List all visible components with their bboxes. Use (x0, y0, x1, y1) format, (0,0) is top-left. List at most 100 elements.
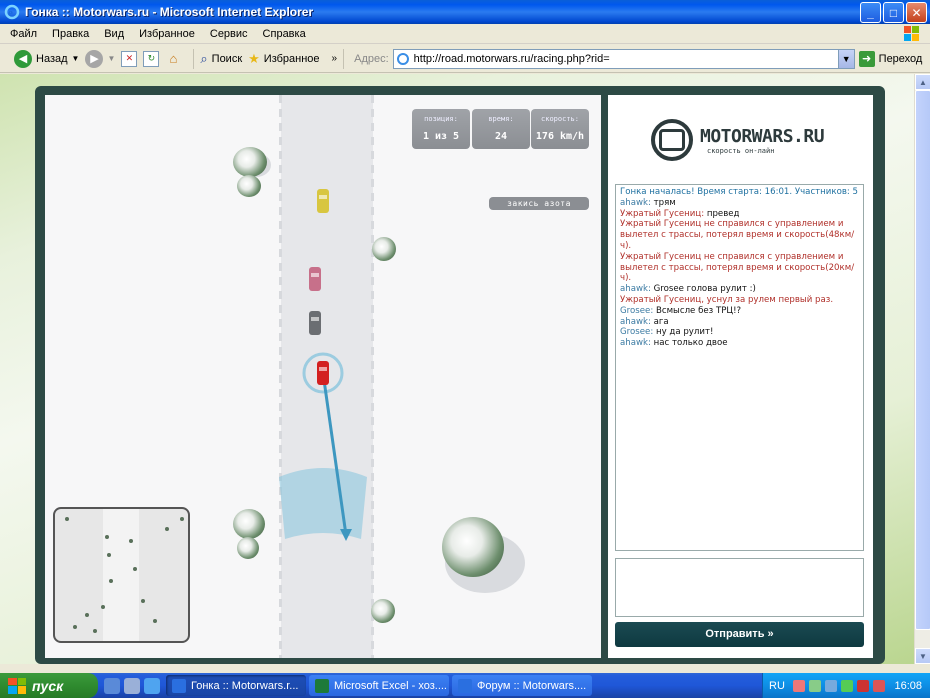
ie-quicklaunch-icon[interactable] (144, 677, 160, 694)
quick-launch (104, 677, 160, 694)
race-track[interactable]: позиция: 1 из 5 время: 24 скорость: 176 … (45, 95, 601, 658)
chat-message: Grosee: ну да рулит! (620, 327, 859, 338)
page-ie-icon (396, 52, 409, 65)
home-button[interactable]: ⌂ (165, 51, 181, 67)
task-label: Microsoft Excel - хоз.... (334, 679, 447, 692)
start-button[interactable]: пуск (0, 673, 98, 698)
chat-message-text: Гонка началась! Время старта: 16:01. Уча… (620, 187, 858, 197)
minimize-button[interactable]: _ (860, 2, 881, 23)
media-player-icon[interactable] (104, 677, 120, 694)
menu-edit[interactable]: Правка (52, 28, 89, 40)
scroll-down-icon[interactable]: ▼ (915, 648, 930, 664)
forward-button[interactable]: ▶ ▼ (85, 49, 115, 68)
taskbar-task-button[interactable]: Форум :: Motorwars.... (452, 675, 592, 696)
tray-app-icon[interactable] (856, 679, 869, 692)
scroll-up-icon[interactable]: ▲ (915, 74, 930, 90)
page-content: позиция: 1 из 5 время: 24 скорость: 176 … (0, 74, 930, 664)
back-arrow-icon: ◀ (14, 49, 32, 68)
chat-panel: MOTORWARS.RU скорость он-лайн Гонка нача… (608, 95, 873, 658)
chat-nick: ahawk: (620, 338, 651, 349)
forward-dropdown-icon[interactable]: ▼ (107, 54, 115, 63)
chat-message-text: Grosee голова рулит :) (650, 284, 756, 295)
forward-arrow-icon: ▶ (85, 49, 104, 68)
minimap-tree (93, 629, 97, 633)
stop-icon: ✕ (121, 50, 138, 67)
minimap-tree (105, 535, 109, 539)
taskbar-task-button[interactable]: Гонка :: Motorwars.r... (166, 675, 306, 696)
send-button[interactable]: Отправить » (615, 622, 864, 647)
favorites-button[interactable]: ★ Избранное (248, 51, 319, 67)
chat-nick: ahawk: (620, 197, 651, 208)
opponent-car-pink (309, 267, 321, 291)
tray-app-icon[interactable] (792, 679, 805, 692)
menu-tools[interactable]: Сервис (210, 28, 248, 40)
minimap-tree (141, 599, 145, 603)
tray-app-icon[interactable] (872, 679, 885, 692)
chat-message-text: превед (704, 208, 740, 219)
task-buttons: Гонка :: Motorwars.r... Microsoft Excel -… (166, 675, 595, 696)
chat-message: ahawk: Grosee голова рулит :) (620, 284, 859, 295)
chat-input[interactable] (615, 558, 864, 617)
hud-time-label: время: (488, 115, 514, 123)
minimap-tree (129, 539, 133, 543)
chat-nick: Grosee: (620, 327, 654, 338)
task-label: Гонка :: Motorwars.r... (191, 679, 299, 692)
hud-speed-value: 176 km/h (535, 131, 585, 142)
svg-text:e: e (8, 7, 13, 19)
hud-time-value: 24 (494, 131, 508, 142)
menu-favorites[interactable]: Избранное (139, 28, 195, 40)
address-bar[interactable]: http://road.motorwars.ru/racing.php?rid=… (392, 48, 855, 69)
page-scrollbar[interactable]: ▲ ▼ (914, 74, 930, 664)
site-logo[interactable]: MOTORWARS.RU скорость он-лайн (651, 115, 831, 165)
refresh-button[interactable]: ↻ (143, 50, 160, 67)
close-button[interactable]: ✕ (906, 2, 927, 23)
minimap-tree (73, 625, 77, 629)
address-dropdown-icon[interactable]: ▼ (837, 49, 854, 68)
chat-nick: ahawk: (620, 316, 651, 327)
stop-button[interactable]: ✕ (121, 50, 138, 67)
search-button[interactable]: ⌕ Поиск (200, 51, 242, 67)
tree-icon (237, 175, 261, 197)
language-indicator[interactable]: RU (769, 680, 785, 692)
clock: 16:08 (894, 679, 922, 692)
minimap-tree (180, 517, 184, 521)
minimap (53, 507, 190, 643)
nitro-button[interactable]: закись азота (489, 197, 589, 210)
scroll-thumb[interactable] (915, 90, 930, 630)
chat-message-text: Ужратый Гусениц не справился с управлени… (620, 219, 855, 251)
chat-message: Ужратый Гусениц: превед (620, 209, 859, 220)
taskbar-task-button[interactable]: Microsoft Excel - хоз.... (309, 675, 449, 696)
hud-speed: скорость: 176 km/h (531, 109, 589, 149)
minimap-tree (85, 613, 89, 617)
menu-file[interactable]: Файл (10, 28, 37, 40)
logo-brand: MOTORWARS.RU (700, 125, 825, 147)
back-dropdown-icon[interactable]: ▼ (72, 54, 80, 63)
chat-nick: Ужратый Гусениц: (620, 208, 705, 219)
tray-app-icon[interactable] (808, 679, 821, 692)
player-car (317, 361, 329, 385)
window-title: Гонка :: Motorwars.ru - Microsoft Intern… (25, 5, 314, 19)
task-label: Форум :: Motorwars.... (477, 679, 587, 692)
chat-log[interactable]: Гонка началась! Время старта: 16:01. Уча… (615, 184, 864, 551)
tray-app-icon[interactable] (840, 679, 853, 692)
back-label: Назад (36, 52, 68, 65)
hud-speed-label: скорость: (541, 115, 579, 123)
toolbar-chevron-icon[interactable]: » (332, 53, 338, 64)
chat-message: ahawk: нас только двое (620, 338, 859, 349)
back-button[interactable]: ◀ Назад ▼ (14, 49, 80, 68)
minimap-tree (101, 605, 105, 609)
tray-app-icon[interactable] (824, 679, 837, 692)
go-button[interactable]: ➜ Переход (858, 50, 922, 67)
address-value: http://road.motorwars.ru/racing.php?rid= (413, 52, 610, 65)
chat-message-text: Ужратый Гусениц не справился с управлени… (620, 251, 855, 284)
minimap-tree (153, 619, 157, 623)
show-desktop-icon[interactable] (124, 677, 140, 694)
task-app-icon (458, 678, 472, 693)
maximize-button[interactable]: □ (883, 2, 904, 23)
chat-message: ahawk: ага (620, 317, 859, 328)
tree-icon (233, 147, 267, 177)
menu-help[interactable]: Справка (263, 28, 306, 40)
menu-view[interactable]: Вид (104, 28, 124, 40)
chat-message-text: ага (650, 316, 669, 327)
motorwars-logo-icon (651, 119, 693, 161)
